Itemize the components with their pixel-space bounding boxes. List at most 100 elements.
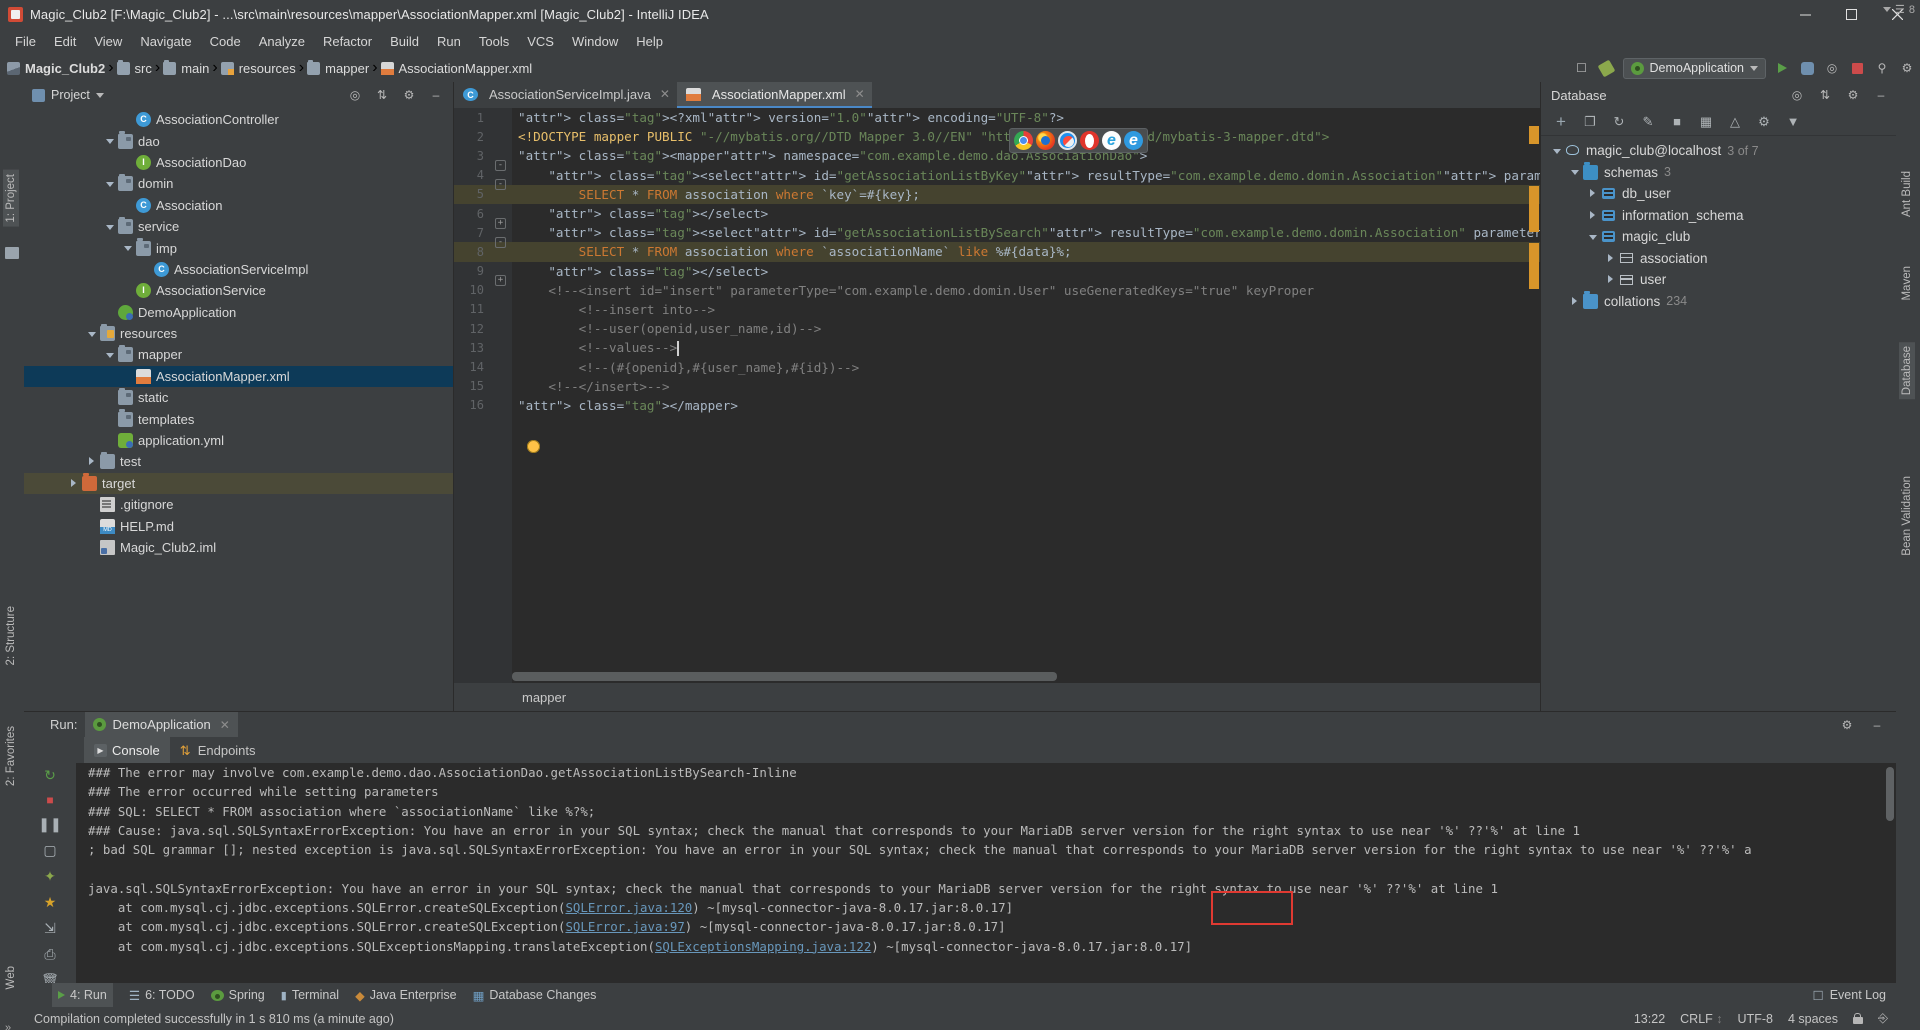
db-tree-item-user[interactable]: user <box>1541 269 1896 291</box>
chevron-right-icon[interactable] <box>1569 295 1581 307</box>
menu-analyze[interactable]: Analyze <box>250 32 314 51</box>
safari-icon[interactable] <box>1058 131 1077 150</box>
chevron-down-icon[interactable] <box>86 328 98 340</box>
tree-item-dao[interactable]: dao <box>24 130 453 151</box>
tree-item-associationserviceimpl[interactable]: AssociationServiceImpl <box>24 259 453 280</box>
hide-icon[interactable]: – <box>1868 716 1886 734</box>
bottom-tab-spring[interactable]: Spring <box>210 988 265 1002</box>
breadcrumb-resources[interactable]: resources <box>218 61 299 76</box>
firefox-icon[interactable] <box>1036 131 1055 150</box>
gear-icon[interactable]: ⚙ <box>1844 86 1862 104</box>
menu-help[interactable]: Help <box>627 32 672 51</box>
edge-icon[interactable] <box>1124 131 1143 150</box>
bottom-tab-terminal[interactable]: ▮ Terminal <box>281 988 339 1002</box>
chevron-down-icon[interactable] <box>104 135 116 147</box>
sidebar-tab-ant-build[interactable]: Ant Build <box>1899 167 1915 221</box>
code-editor[interactable]: 1 "attr"> class="tag"><?xml"attr"> versio… <box>454 108 1540 683</box>
browser-launch-popup[interactable] <box>1009 128 1148 153</box>
intention-bulb-icon[interactable] <box>527 440 540 453</box>
sidebar-tab-favorites[interactable]: 2: Favorites <box>3 722 19 790</box>
tree-item-service[interactable]: service <box>24 216 453 237</box>
chevron-down-icon[interactable] <box>1587 231 1599 243</box>
bottom-tab-todo[interactable]: ☰ 6: TODO <box>129 988 195 1003</box>
hide-icon[interactable]: – <box>427 86 445 104</box>
menu-vcs[interactable]: VCS <box>518 32 563 51</box>
status-line-separator[interactable]: CRLF ↕ <box>1680 1012 1722 1026</box>
db-tree-item-information-schema[interactable]: information_schema <box>1541 205 1896 227</box>
db-tree-item-schemas[interactable]: schemas 3 <box>1541 162 1896 184</box>
tab-endpoints[interactable]: ⇅ Endpoints <box>170 737 266 763</box>
chevron-down-icon[interactable] <box>104 221 116 233</box>
chevron-right-icon[interactable] <box>86 456 98 468</box>
tree-item-domin[interactable]: domin <box>24 173 453 194</box>
console-scrollbar[interactable] <box>1886 767 1894 821</box>
menu-navigate[interactable]: Navigate <box>131 32 200 51</box>
tree-item-association[interactable]: Association <box>24 195 453 216</box>
editor-marker-bar[interactable] <box>1528 108 1540 683</box>
run-icon[interactable] <box>1773 59 1791 77</box>
close-icon[interactable]: ✕ <box>220 718 230 732</box>
db-tree-item-association[interactable]: association <box>1541 248 1896 270</box>
sidebar-tab-bean-validation[interactable]: Bean Validation <box>1899 472 1915 560</box>
stacktrace-link[interactable]: SQLError.java:120 <box>565 900 692 915</box>
chart-icon[interactable]: △ <box>1727 114 1743 130</box>
hide-icon[interactable]: – <box>1872 86 1890 104</box>
project-folder-icon[interactable] <box>5 247 19 259</box>
locate-icon[interactable]: ◎ <box>346 86 364 104</box>
chevron-down-icon[interactable] <box>122 242 134 254</box>
search-everywhere-icon[interactable]: ⚲ <box>1873 59 1891 77</box>
refresh-icon[interactable]: ↻ <box>1611 114 1627 130</box>
chevron-down-icon[interactable] <box>1551 145 1563 157</box>
chevron-right-icon[interactable] <box>68 477 80 489</box>
stop-icon[interactable] <box>1848 59 1866 77</box>
coverage-icon[interactable]: ◎ <box>1823 59 1841 77</box>
chevron-right-icon[interactable] <box>1587 188 1599 200</box>
breadcrumb-mapper[interactable]: mapper <box>304 59 372 76</box>
gear-icon[interactable]: ⚙ <box>1838 716 1856 734</box>
stacktrace-link[interactable]: SQLError.java:97 <box>565 919 684 934</box>
branch-icon[interactable]: ⎆ <box>1878 1011 1888 1026</box>
menu-build[interactable]: Build <box>381 32 428 51</box>
error-marker[interactable] <box>1529 186 1539 232</box>
locate-icon[interactable]: ◎ <box>1788 86 1806 104</box>
collapse-all-icon[interactable]: ⇅ <box>373 86 391 104</box>
tree-item-associationmapper-xml[interactable]: AssociationMapper.xml <box>24 365 453 388</box>
settings-icon[interactable]: ⚙ <box>1756 114 1772 130</box>
stacktrace-link[interactable]: SQLExceptionsMapping.java:122 <box>655 939 871 954</box>
sidebar-tab-maven[interactable]: Maven <box>1899 262 1915 305</box>
tree-item-target[interactable]: target <box>24 472 453 495</box>
export-icon[interactable]: ⇲ <box>41 920 60 937</box>
chevron-down-icon[interactable] <box>1569 166 1581 178</box>
tree-item-magic-club2-iml[interactable]: Magic_Club2.iml <box>24 537 453 558</box>
camera-icon[interactable]: ▢ <box>41 842 60 859</box>
database-tree[interactable]: magic_club@localhost 3 of 7 schemas 3 db_use… <box>1541 136 1896 711</box>
breadcrumb-module[interactable]: Magic_Club2 <box>4 61 108 76</box>
breadcrumb-main[interactable]: main <box>160 59 212 76</box>
add-icon[interactable]: + <box>1553 112 1569 131</box>
tab-association-mapper-xml[interactable]: AssociationMapper.xml ✕ <box>676 82 872 108</box>
sidebar-tab-project[interactable]: 1: Project <box>3 170 19 227</box>
menu-code[interactable]: Code <box>201 32 250 51</box>
rerun-icon[interactable]: ↻ <box>41 767 60 784</box>
menu-refactor[interactable]: Refactor <box>314 32 381 51</box>
menu-window[interactable]: Window <box>563 32 627 51</box>
table-icon[interactable]: ▦ <box>1698 114 1714 130</box>
tree-item-resources[interactable]: resources <box>24 323 453 344</box>
chrome-icon[interactable] <box>1014 131 1033 150</box>
run-config-tab[interactable]: DemoApplication ✕ <box>85 712 238 737</box>
db-tree-item-magic-club[interactable]: magic_club <box>1541 226 1896 248</box>
tree-item-help-md[interactable]: HELP.md <box>24 515 453 536</box>
error-marker[interactable] <box>1529 243 1539 289</box>
run-configuration-selector[interactable]: DemoApplication <box>1622 57 1766 79</box>
print-icon[interactable]: ⎙ <box>41 946 60 963</box>
copy-icon[interactable]: ❐ <box>1582 114 1598 130</box>
bottom-tab-database-changes[interactable]: ▦ Database Changes <box>473 988 597 1003</box>
warning-marker[interactable] <box>1529 126 1539 144</box>
chevron-down-icon[interactable] <box>104 178 116 190</box>
menu-edit[interactable]: Edit <box>45 32 85 51</box>
sidebar-tab-database[interactable]: Database <box>1899 342 1915 400</box>
tree-item-demoapplication[interactable]: DemoApplication <box>24 302 453 323</box>
minimize-button[interactable] <box>1782 0 1828 29</box>
tree-item-test[interactable]: test <box>24 451 453 472</box>
tree-item-static[interactable]: static <box>24 387 453 408</box>
